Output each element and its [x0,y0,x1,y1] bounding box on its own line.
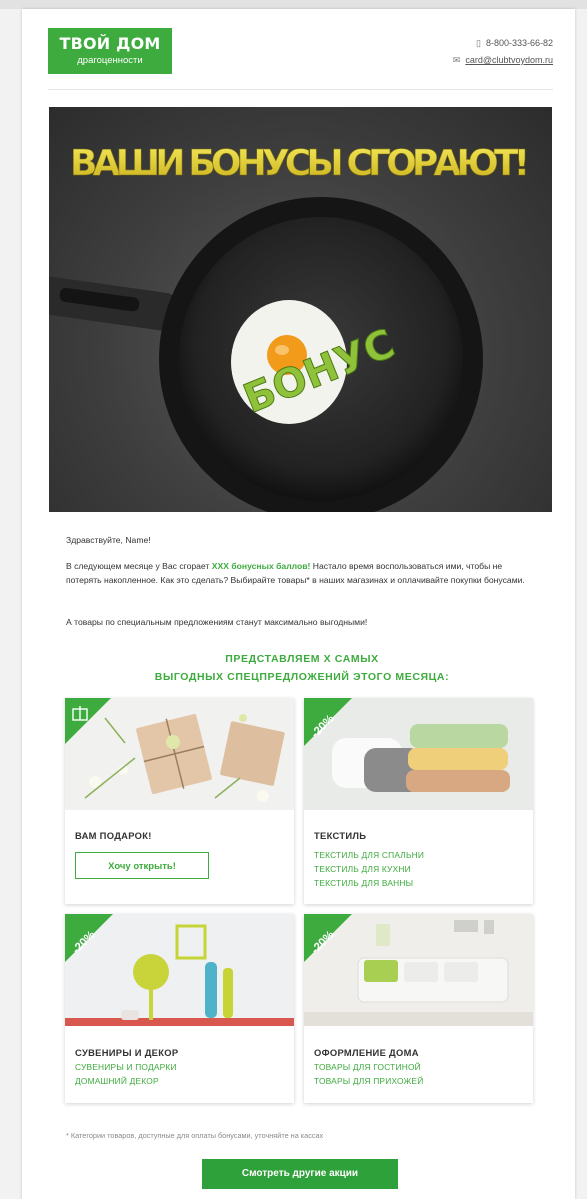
logo-subtitle: драгоценности [77,55,143,66]
paragraph-1: В следующем месяце у Вас сгорает ХХХ бон… [66,559,536,587]
paragraph-1-start: В следующем месяце у Вас сгорает [66,561,212,571]
card-title: ВАМ ПОДАРОК! [75,830,152,841]
greeting: Здравствуйте, Name! [66,535,151,545]
discount-corner: -20% [304,914,352,962]
phone-number[interactable]: 8-800-333-66-82 [486,38,553,48]
card-link[interactable]: ТОВАРЫ ДЛЯ ГОСТИНОЙ [314,1062,421,1072]
gift-image [65,698,294,810]
card-link[interactable]: ТОВАРЫ ДЛЯ ПРИХОЖЕЙ [314,1076,423,1086]
offers-title: ПРЕДСТАВЛЯЕМ Х САМЫХ ВЫГОДНЫХ СПЕЦПРЕДЛО… [82,650,522,686]
card-link[interactable]: ТЕКСТИЛЬ ДЛЯ ВАННЫ [314,878,413,888]
email-frame: ТВОЙ ДОМ драгоценности ▯ 8-800-333-66-82 … [22,9,575,1199]
card-link[interactable]: СУВЕНИРЫ И ПОДАРКИ [75,1062,177,1072]
phone-icon: ▯ [475,38,481,48]
card-link[interactable]: ТЕКСТИЛЬ ДЛЯ СПАЛЬНИ [314,850,424,860]
card-title: ОФОРМЛЕНИЕ ДОМА [314,1047,419,1058]
card-title: ТЕКСТИЛЬ [314,830,367,841]
hero-banner[interactable]: ВАШИ БОНУСЫ СГОРАЮТ! БОНУС [49,107,552,512]
bonus-amount: ХХХ бонусных баллов! [211,561,311,571]
card-title: СУВЕНИРЫ И ДЕКОР [75,1047,179,1058]
offers-title-line2: ВЫГОДНЫХ СПЕЦПРЕДЛОЖЕНИЙ ЭТОГО МЕСЯЦА: [154,671,450,683]
discount-corner: -20% [65,914,113,962]
phone-row: ▯ 8-800-333-66-82 [453,35,553,52]
email-row: ✉ card@clubtvoydom.ru [453,52,553,69]
offers-title-line1: ПРЕДСТАВЛЯЕМ Х САМЫХ [225,653,379,665]
top-strip [0,0,587,9]
card-link[interactable]: ДОМАШНИЙ ДЕКОР [75,1076,159,1086]
header-divider [48,89,553,90]
contacts: ▯ 8-800-333-66-82 ✉ card@clubtvoydom.ru [453,35,553,69]
brand-logo[interactable]: ТВОЙ ДОМ драгоценности [48,28,172,74]
open-gift-button[interactable]: Хочу открыть! [75,852,209,879]
more-offers-button[interactable]: Смотреть другие акции [202,1159,398,1189]
envelope-icon: ✉ [452,55,461,65]
hero-headline: ВАШИ БОНУСЫ СГОРАЮТ! [70,143,530,184]
footnote: * Категории товаров, доступные для оплат… [66,1131,324,1140]
paragraph-2: А товары по специальным предложениям ста… [66,617,368,627]
logo-title: ТВОЙ ДОМ [59,34,161,53]
offer-card-gift[interactable]: ВАМ ПОДАРОК! Хочу открыть! [65,698,294,904]
email-link[interactable]: card@clubtvoydom.ru [465,55,553,65]
card-link[interactable]: ТЕКСТИЛЬ ДЛЯ КУХНИ [314,864,411,874]
discount-corner: -20% [304,698,352,746]
